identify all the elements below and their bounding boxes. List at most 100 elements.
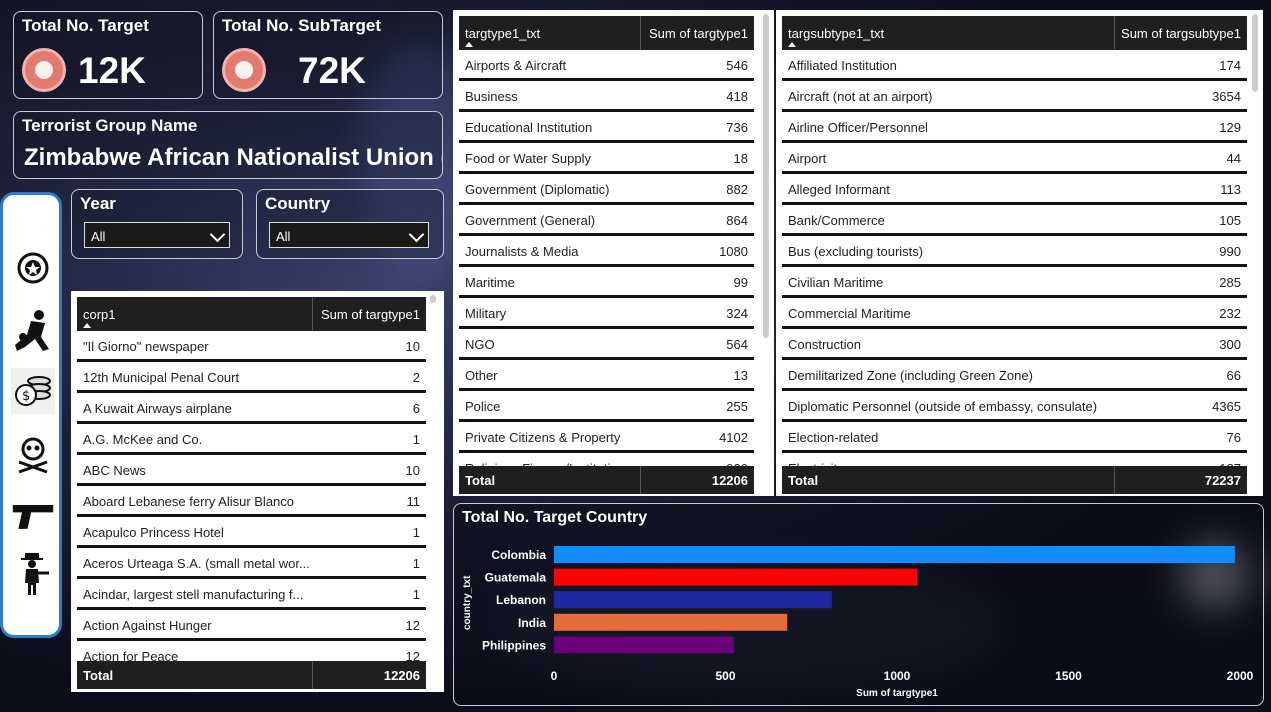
coins-icon[interactable]: $ [11,368,55,414]
target-subtype-table: targsubtype1_txt Sum of targsubtype1 Aff… [776,10,1263,496]
table-row[interactable]: ABC News 10 [77,455,426,486]
table-row[interactable]: Election-related 76 [782,422,1247,453]
table-row[interactable]: Aceros Urteaga S.A. (small metal wor... 1 [77,548,426,579]
cell-value: 736 [726,120,748,135]
table-row[interactable]: Educational Institution 736 [459,112,754,143]
table-row[interactable]: Airports & Aircraft 546 [459,50,754,81]
x-tick-label: 1000 [884,669,911,683]
table-row[interactable]: Construction 300 [782,329,1247,360]
column-header-sum[interactable]: Sum of targtype1 [321,307,420,322]
bar-colombia[interactable] [554,546,1235,563]
emblem-icon[interactable] [11,245,55,291]
cell-name: Bank/Commerce [788,213,885,228]
cell-value: 564 [726,337,748,352]
category-label: Philippines [482,638,546,652]
total-label: Total [465,473,496,488]
cell-name: NGO [465,337,495,352]
table-row[interactable]: A.G. McKee and Co. 1 [77,424,426,455]
table-row[interactable]: Acindar, largest stell manufacturing f..… [77,579,426,610]
table-row[interactable]: Bus (excluding tourists) 990 [782,236,1247,267]
table-row[interactable]: Other 13 [459,360,754,391]
table-row[interactable]: Aircraft (not at an airport) 3654 [782,81,1247,112]
column-header-sum[interactable]: Sum of targsubtype1 [1121,26,1241,41]
cell-name: "Il Giorno" newspaper [83,339,209,354]
table-row[interactable]: Airport 44 [782,143,1247,174]
cell-value: 255 [726,399,748,414]
scrollbar[interactable] [763,14,769,338]
total-value: 12206 [383,668,420,683]
column-header-targsubtype[interactable]: targsubtype1_txt [788,26,884,41]
cell-value: 1 [412,556,420,571]
table-row[interactable]: Commercial Maritime 232 [782,298,1247,329]
table-row[interactable]: Maritime 99 [459,267,754,298]
table-row[interactable]: Journalists & Media 1080 [459,236,754,267]
bar-india[interactable] [554,613,788,631]
column-header-sum[interactable]: Sum of targtype1 [649,26,748,41]
cell-name: Demilitarized Zone (including Green Zone… [788,368,1033,383]
table-row[interactable]: Government (General) 864 [459,205,754,236]
table-row[interactable]: Diplomatic Personnel (outside of embassy… [782,391,1247,422]
kpi-target-value: 12K [78,50,146,91]
people-target-icon [222,48,266,92]
table-row[interactable]: Demilitarized Zone (including Green Zone… [782,360,1247,391]
country-dropdown[interactable]: All [269,222,429,248]
cell-name: Airport [788,151,827,166]
table-row[interactable]: Acapulco Princess Hotel 1 [77,517,426,548]
gunman-icon[interactable] [11,551,55,597]
table-row[interactable]: Airline Officer/Personnel 129 [782,112,1247,143]
table-total-row: Total 12206 [459,466,754,494]
cell-value: 66 [1226,368,1241,383]
total-value: 72237 [1204,473,1241,488]
attack-icon[interactable] [11,307,55,353]
cell-name: Acindar, largest stell manufacturing f..… [83,587,304,602]
table-row[interactable]: Private Citizens & Property 4102 [459,422,754,453]
bar-guatemala[interactable] [554,568,918,586]
column-divider [1114,16,1115,50]
column-divider [640,16,641,50]
table-row[interactable]: Military 324 [459,298,754,329]
table-row[interactable]: Food or Water Supply 18 [459,143,754,174]
cell-value: 44 [1226,151,1241,166]
table-row[interactable]: Business 418 [459,81,754,112]
table-total-row: Total 72237 [782,466,1247,494]
cell-value: 10 [405,463,420,478]
bar-philippines[interactable] [554,636,735,654]
cell-name: Alleged Informant [788,182,890,197]
cell-name: Bus (excluding tourists) [788,244,924,259]
table-row[interactable]: Alleged Informant 113 [782,174,1247,205]
table-row[interactable]: Affiliated Institution 174 [782,50,1247,81]
country-slicer: Country All [256,189,444,259]
table-row[interactable]: Civilian Maritime 285 [782,267,1247,298]
cell-name: Private Citizens & Property [465,430,621,445]
table-row[interactable]: Police 255 [459,391,754,422]
x-tick-label: 500 [715,669,735,683]
category-label: Lebanon [496,593,546,607]
column-header-corp[interactable]: corp1 [83,307,116,322]
cell-value: 300 [1219,337,1241,352]
table-row[interactable]: A Kuwait Airways airplane 6 [77,393,426,424]
table-row[interactable]: Electricity187 [782,453,1247,466]
cell-name: Diplomatic Personnel (outside of embassy… [788,399,1098,414]
kpi-subtarget-value: 72K [298,50,366,91]
cell-value: 105 [1219,213,1241,228]
cell-value: 1 [412,432,420,447]
kpi-target-label: Total No. Target [22,16,149,35]
cell-value: 1 [412,587,420,602]
scrollbar[interactable] [1252,14,1258,92]
table-row[interactable]: Action Against Hunger 12 [77,610,426,641]
bar-lebanon[interactable] [554,591,832,609]
table-row[interactable]: Religious Figures/Institutions900 [459,453,754,466]
year-dropdown[interactable]: All [84,222,230,248]
table-row[interactable]: Aboard Lebanese ferry Alisur Blanco 11 [77,486,426,517]
pistol-icon[interactable] [11,493,55,539]
table-row[interactable]: "Il Giorno" newspaper 10 [77,331,426,362]
table-row[interactable]: Bank/Commerce 105 [782,205,1247,236]
table-row[interactable]: Government (Diplomatic) 882 [459,174,754,205]
skull-crossbones-icon[interactable] [11,431,55,477]
column-header-targtype[interactable]: targtype1_txt [465,26,540,41]
table-row[interactable]: NGO 564 [459,329,754,360]
cell-value: 324 [726,306,748,321]
scrollbar[interactable] [430,295,436,303]
cell-value: 418 [726,89,748,104]
table-row[interactable]: 12th Municipal Penal Court 2 [77,362,426,393]
